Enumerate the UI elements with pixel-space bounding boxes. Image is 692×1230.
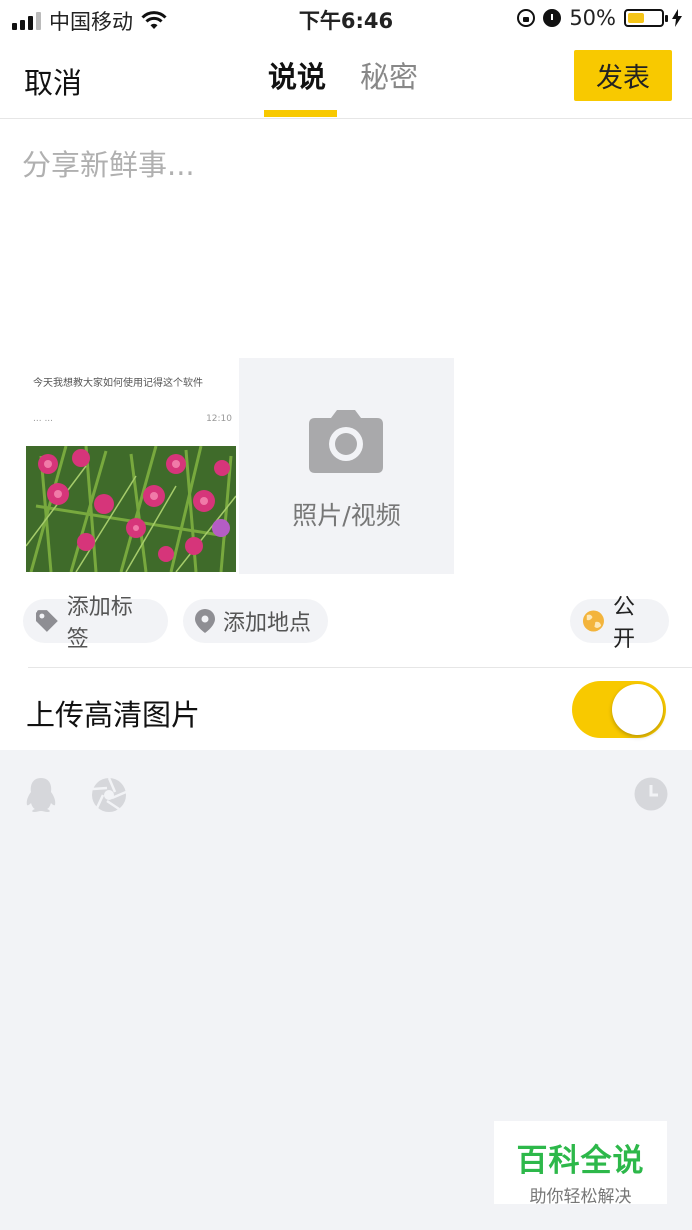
status-right: 50%	[517, 6, 682, 30]
add-tag-label: 添加标签	[66, 595, 133, 652]
active-tab-indicator	[264, 110, 337, 117]
tab-shuoshuo[interactable]: 说说	[268, 54, 326, 96]
privacy-selector[interactable]: 公开	[570, 595, 669, 652]
add-location-button[interactable]: 添加地点	[183, 599, 328, 643]
add-photo-video-button[interactable]: 照片/视频	[239, 358, 454, 574]
add-location-label: 添加地点	[223, 611, 312, 636]
add-photo-label: 照片/视频	[292, 501, 401, 530]
post-text-input[interactable]: 分享新鲜事...	[22, 142, 195, 184]
qq-icon[interactable]	[25, 777, 57, 813]
charging-icon	[672, 9, 682, 27]
battery-level	[628, 13, 644, 23]
thumbnail-ellipsis: ... ...	[33, 414, 54, 424]
watermark-title: 百科全说	[516, 1143, 645, 1179]
alarm-icon	[543, 9, 562, 27]
cancel-button[interactable]: 取消	[24, 60, 82, 102]
watermark-subtitle: 助你轻松解决	[529, 1187, 632, 1207]
flower-photo	[26, 446, 236, 572]
battery-percent: 50%	[569, 6, 616, 30]
hd-upload-label: 上传高清图片	[26, 698, 201, 732]
thumbnail-time: 12:10	[206, 414, 232, 424]
attached-image-thumbnail[interactable]: 今天我想教大家如何使用记得这个软件 ... ... 12:10	[23, 358, 238, 574]
add-tag-button[interactable]: 添加标签	[23, 595, 168, 652]
shutter-icon[interactable]	[91, 777, 127, 813]
battery-cap	[665, 15, 668, 22]
hd-upload-row: 上传高清图片	[0, 668, 692, 750]
clock-icon[interactable]	[634, 777, 668, 811]
rotation-lock-icon	[517, 9, 536, 27]
location-pin-icon	[195, 609, 215, 633]
globe-icon	[582, 610, 604, 632]
watermark: 百科全说 助你轻松解决	[494, 1121, 667, 1207]
publish-button[interactable]: 发表	[574, 50, 672, 101]
tag-icon	[35, 610, 58, 632]
status-bar: 中国移动 下午6:46 50%	[0, 0, 692, 38]
toggle-knob	[612, 684, 663, 735]
battery-icon	[624, 9, 668, 27]
camera-icon	[309, 410, 383, 473]
compose-nav-bar: 取消 说说 秘密 发表	[0, 38, 692, 119]
hd-upload-toggle[interactable]	[572, 681, 666, 738]
tab-secret[interactable]: 秘密	[360, 54, 418, 96]
privacy-label: 公开	[612, 595, 635, 652]
thumbnail-caption: 今天我想教大家如何使用记得这个软件	[33, 378, 203, 389]
